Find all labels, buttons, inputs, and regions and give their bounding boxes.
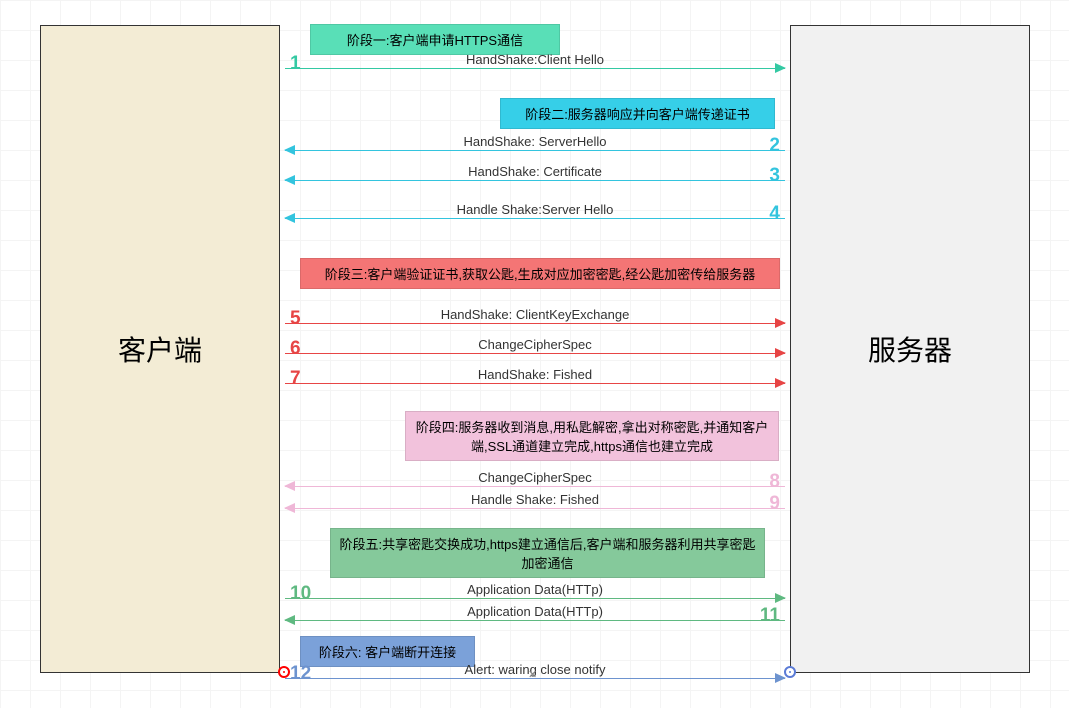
message-number: 7 <box>290 368 301 390</box>
phase-box-4[interactable]: 阶段四:服务器收到消息,用私匙解密,拿出对称密匙,并通知客户端,SSL通道建立完… <box>405 411 779 461</box>
message-label: Application Data(HTTp) <box>285 604 785 619</box>
message-label: Handle Shake:Server Hello <box>285 202 785 217</box>
selection-handle-right[interactable] <box>784 666 796 678</box>
client-label: 客户端 <box>118 329 202 369</box>
message-number: 11 <box>760 605 780 627</box>
client-actor[interactable]: 客户端 <box>40 25 280 673</box>
message-label: ChangeCipherSpec <box>285 337 785 352</box>
message-number: 4 <box>769 203 780 225</box>
message-label: HandShake:Client Hello <box>285 52 785 67</box>
message-number: 5 <box>290 308 301 330</box>
message-number: 1 <box>290 53 301 75</box>
phase-box-5[interactable]: 阶段五:共享密匙交换成功,https建立通信后,客户端和服务器利用共享密匙加密通… <box>330 528 765 578</box>
phase-box-1[interactable]: 阶段一:客户端申请HTTPS通信 <box>310 24 560 55</box>
message-label: ChangeCipherSpec <box>285 470 785 485</box>
selection-handle-left[interactable] <box>278 666 290 678</box>
message-number: 12 <box>290 663 311 685</box>
message-label: Application Data(HTTp) <box>285 582 785 597</box>
message-label: HandShake: Certificate <box>285 164 785 179</box>
message-label: HandShake: Fished <box>285 367 785 382</box>
message-number: 8 <box>769 471 780 493</box>
message-label: Handle Shake: Fished <box>285 492 785 507</box>
message-number: 6 <box>290 338 301 360</box>
server-label: 服务器 <box>868 329 952 369</box>
mid-x-marker: ✕ <box>528 668 537 681</box>
message-number: 2 <box>769 135 780 157</box>
message-number: 9 <box>769 493 780 515</box>
phase-box-3[interactable]: 阶段三:客户端验证证书,获取公匙,生成对应加密密匙,经公匙加密传给服务器 <box>300 258 780 289</box>
message-number: 3 <box>769 165 780 187</box>
message-label: HandShake: ServerHello <box>285 134 785 149</box>
server-actor[interactable]: 服务器 <box>790 25 1030 673</box>
message-label: HandShake: ClientKeyExchange <box>285 307 785 322</box>
phase-box-2[interactable]: 阶段二:服务器响应并向客户端传递证书 <box>500 98 775 129</box>
message-number: 10 <box>290 583 311 605</box>
